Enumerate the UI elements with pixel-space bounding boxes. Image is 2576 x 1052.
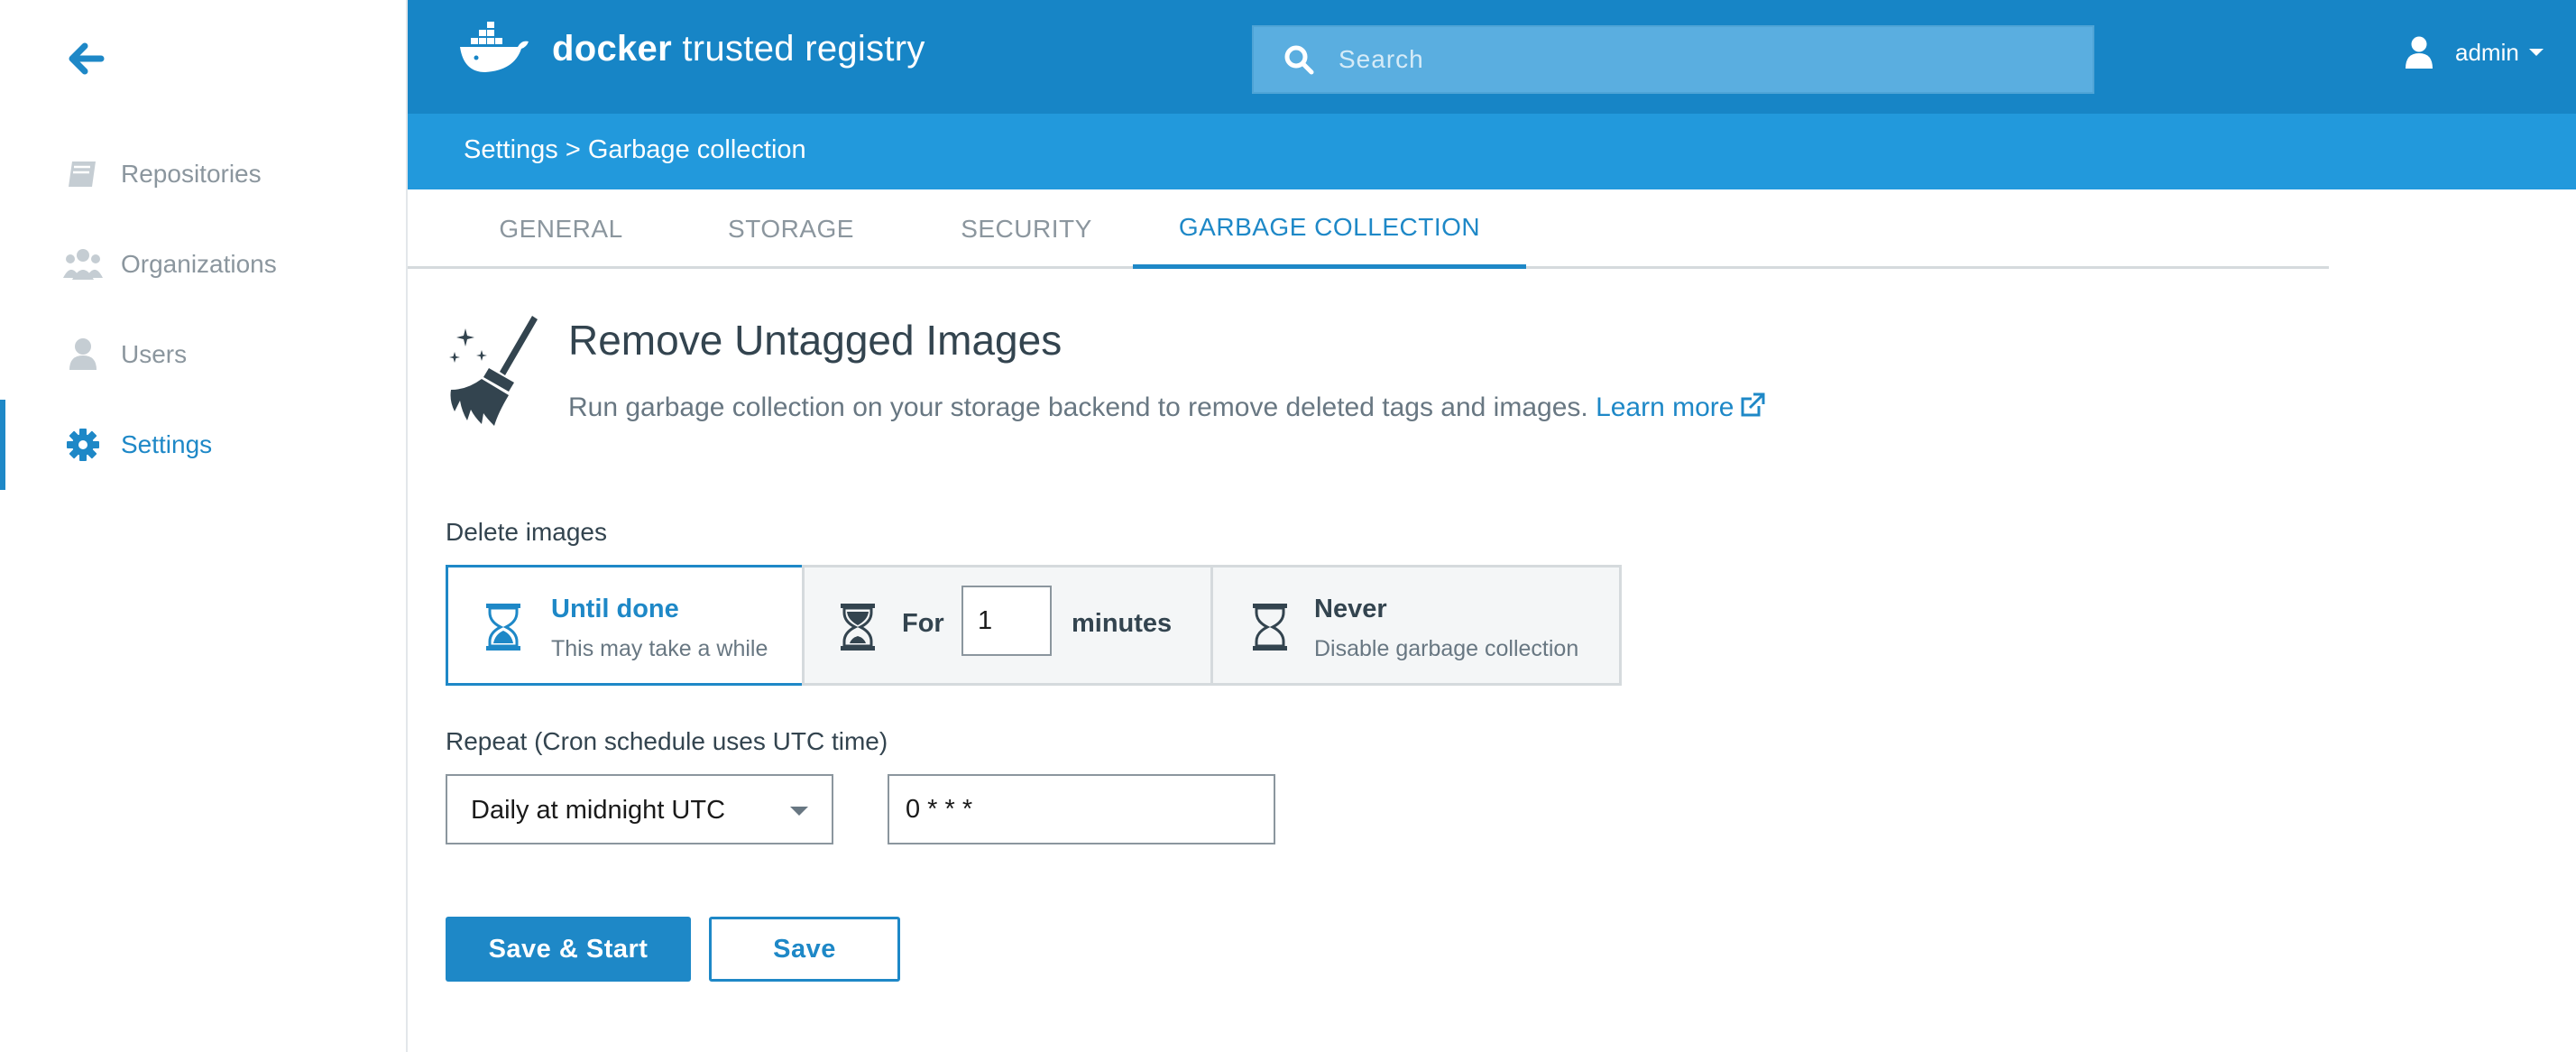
sidebar-item-label: Settings <box>121 430 213 458</box>
sidebar-item-label: Repositories <box>121 160 262 188</box>
option-never[interactable]: Never Disable garbage collection <box>1210 565 1622 686</box>
organizations-icon <box>63 247 103 281</box>
repeat-label: Repeat (Cron schedule uses UTC time) <box>446 727 888 755</box>
hourglass-icon <box>486 604 520 651</box>
section-description: Run garbage collection on your storage b… <box>568 392 1766 423</box>
search-box[interactable] <box>1252 25 2094 94</box>
minutes-label: minutes <box>1072 609 1173 638</box>
option-title: Never <box>1314 595 1387 623</box>
search-icon <box>1284 45 1314 75</box>
save-and-start-button[interactable]: Save & Start <box>446 917 691 982</box>
caret-down-icon <box>790 807 808 816</box>
cron-expression-input[interactable] <box>888 774 1275 844</box>
for-label: For <box>902 609 944 638</box>
sidebar: Repositories Organizations Users Setting… <box>0 0 408 1052</box>
book-icon <box>63 157 103 191</box>
user-icon <box>63 337 103 372</box>
docker-logo[interactable]: docker trusted registry <box>458 22 925 76</box>
section-title: Remove Untagged Images <box>568 317 1063 364</box>
delete-images-options: Until done This may take a while For min… <box>446 565 1622 686</box>
user-avatar-icon <box>2406 36 2433 69</box>
description-text: Run garbage collection on your storage b… <box>568 392 1588 422</box>
caret-down-icon <box>2528 49 2544 56</box>
option-until-done[interactable]: Until done This may take a while <box>446 565 805 686</box>
option-for-minutes[interactable]: For minutes <box>802 565 1213 686</box>
back-arrow-icon[interactable] <box>63 38 110 79</box>
docker-whale-icon <box>460 22 529 72</box>
schedule-selected-value: Daily at midnight UTC <box>471 796 726 825</box>
breadcrumb-bar: Settings > Garbage collection <box>408 114 2576 189</box>
sidebar-item-label: Organizations <box>121 250 277 278</box>
minutes-input[interactable] <box>961 586 1052 656</box>
delete-images-label: Delete images <box>446 518 607 546</box>
broom-icon <box>449 316 538 426</box>
hourglass-icon <box>841 604 875 651</box>
sidebar-item-label: Users <box>121 340 188 368</box>
option-subtitle: Disable garbage collection <box>1314 636 1579 661</box>
tab-security[interactable]: SECURITY <box>920 189 1133 269</box>
settings-tabs: GENERAL STORAGE SECURITY GARBAGE COLLECT… <box>408 189 2329 269</box>
gear-icon <box>63 428 103 462</box>
tab-garbage-collection[interactable]: GARBAGE COLLECTION <box>1133 189 1526 269</box>
breadcrumb: Settings > Garbage collection <box>464 135 806 164</box>
sidebar-item-repositories[interactable]: Repositories <box>0 143 406 206</box>
option-subtitle: This may take a while <box>551 636 768 661</box>
hourglass-icon <box>1253 604 1287 651</box>
user-menu[interactable]: admin <box>2405 36 2544 69</box>
sidebar-item-settings[interactable]: Settings <box>0 400 406 490</box>
save-button[interactable]: Save <box>709 917 900 982</box>
repeat-schedule-select[interactable]: Daily at midnight UTC <box>446 774 833 844</box>
logo-text: docker trusted registry <box>552 28 925 69</box>
user-name: admin <box>2455 38 2519 66</box>
sidebar-item-organizations[interactable]: Organizations <box>0 233 406 296</box>
option-title: Until done <box>551 595 679 623</box>
top-header: docker trusted registry admin <box>408 0 2576 114</box>
tab-storage[interactable]: STORAGE <box>689 189 893 269</box>
search-input[interactable] <box>1339 32 2093 87</box>
learn-more-link[interactable]: Learn more <box>1596 392 1766 422</box>
tab-general[interactable]: GENERAL <box>464 189 658 269</box>
sidebar-item-users[interactable]: Users <box>0 323 406 386</box>
external-link-icon <box>1741 392 1765 417</box>
